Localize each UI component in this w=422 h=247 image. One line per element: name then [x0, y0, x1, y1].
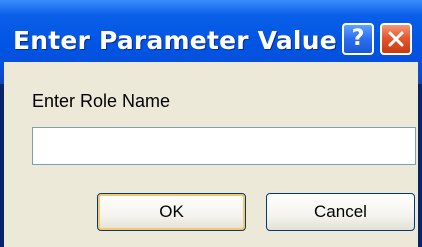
- cancel-button[interactable]: Cancel: [266, 193, 415, 231]
- help-button[interactable]: ?: [342, 23, 374, 55]
- close-icon: [388, 31, 404, 47]
- ok-button[interactable]: OK: [97, 193, 246, 231]
- parameter-input[interactable]: [32, 127, 416, 165]
- prompt-label: Enter Role Name: [32, 91, 171, 111]
- help-icon: ?: [351, 26, 365, 51]
- window-title: Enter Parameter Value: [13, 26, 337, 55]
- close-button[interactable]: [380, 23, 412, 55]
- dialog-window: Enter Parameter Value ? Enter Role Name …: [0, 0, 422, 247]
